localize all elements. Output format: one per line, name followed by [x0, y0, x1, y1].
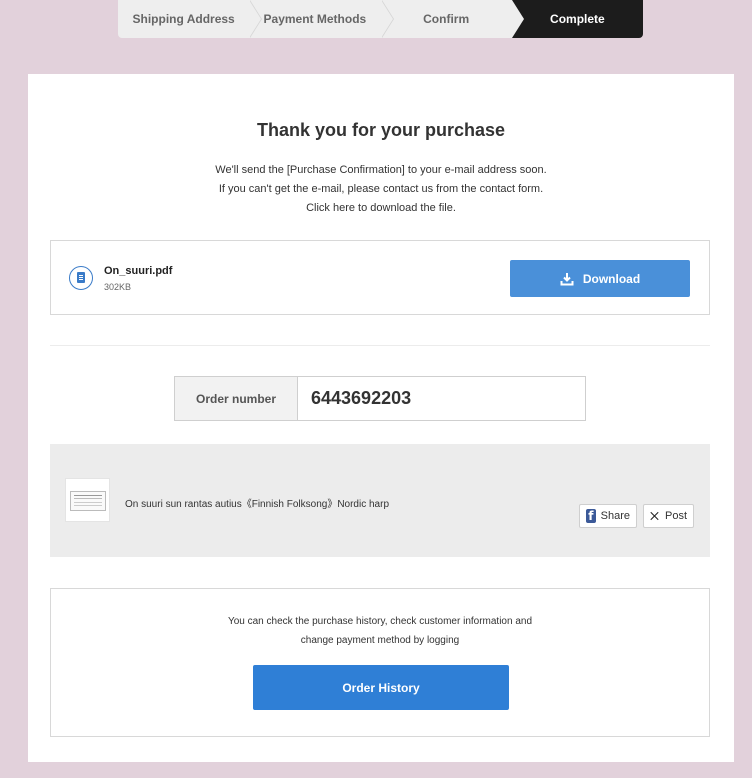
order-number-value: 6443692203: [311, 388, 412, 408]
divider: [50, 345, 710, 346]
order-number-box: Order number 6443692203: [174, 376, 586, 421]
product-thumbnail[interactable]: [65, 478, 110, 522]
download-hint: Click here to download the file.: [306, 202, 456, 214]
download-label: Download: [582, 271, 641, 286]
order-history-button[interactable]: Order History: [253, 665, 509, 710]
history-info-line1: You can check the purchase history, chec…: [227, 616, 533, 627]
file-name: On_suuri.pdf: [104, 265, 173, 277]
step-label: Shipping Address: [132, 12, 235, 26]
step-label: Confirm: [423, 12, 470, 26]
x-post-button[interactable]: Post: [643, 504, 694, 528]
post-label: Post: [664, 510, 687, 522]
order-number-label: Order number: [175, 377, 298, 420]
x-icon: [650, 511, 659, 521]
file-pdf-icon: [69, 266, 93, 290]
share-label: Share: [600, 510, 630, 522]
history-info-line2: change payment method by logging: [300, 635, 460, 646]
contact-message: If you can't get the e-mail, please cont…: [218, 183, 544, 195]
file-size: 302KB: [104, 282, 132, 292]
step-complete: Complete: [511, 0, 643, 38]
step-label: Payment Methods: [263, 12, 367, 26]
download-icon: [560, 272, 574, 285]
product-box: On suuri sun rantas autius《Finnish Folks…: [50, 444, 710, 557]
facebook-icon: f: [586, 509, 596, 523]
download-button[interactable]: Download: [510, 260, 690, 297]
order-history-box: You can check the purchase history, chec…: [50, 588, 710, 737]
step-shipping-address: Shipping Address: [118, 0, 263, 38]
step-payment-methods: Payment Methods: [249, 0, 394, 38]
completion-card: Thank you for your purchase We'll send t…: [28, 74, 734, 762]
product-name[interactable]: On suuri sun rantas autius《Finnish Folks…: [125, 495, 389, 510]
checkout-stepper: Shipping Address Payment Methods Confirm…: [118, 0, 643, 38]
step-confirm: Confirm: [380, 0, 525, 38]
facebook-share-button[interactable]: f Share: [579, 504, 637, 528]
confirmation-message: We'll send the [Purchase Confirmation] t…: [215, 164, 547, 176]
step-label: Complete: [550, 12, 605, 26]
page-title: Thank you for your purchase: [256, 120, 506, 140]
file-download-box: On_suuri.pdf 302KB Download: [50, 240, 710, 315]
